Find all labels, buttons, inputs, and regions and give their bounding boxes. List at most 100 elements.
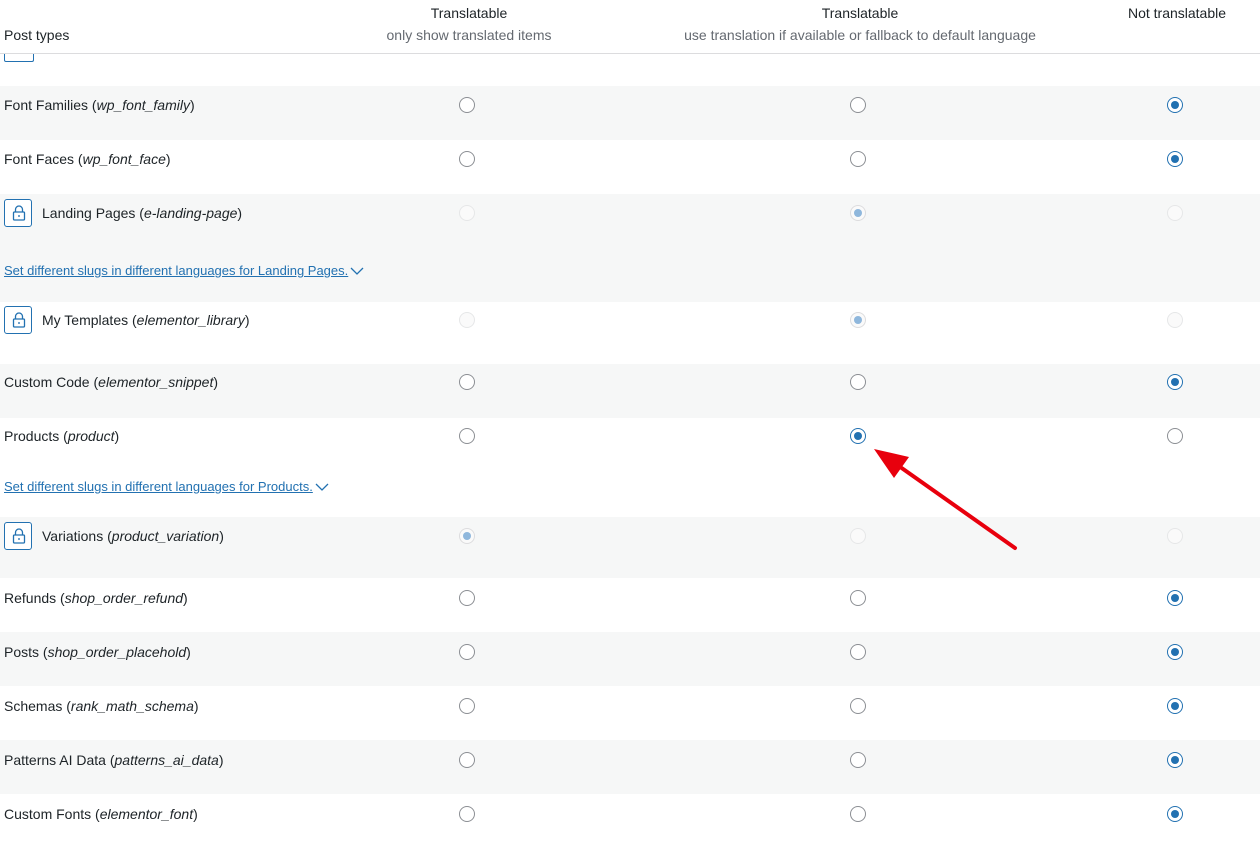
lock-icon — [4, 522, 32, 550]
post-type-slug: product — [67, 428, 115, 444]
radio-not-translatable — [1167, 528, 1183, 544]
post-type-label: Patterns AI Data (patterns_ai_data) — [4, 752, 224, 768]
table-row: My Templates (elementor_library) — [0, 302, 1260, 364]
post-type-slug: elementor_font — [99, 806, 194, 822]
post-type-slug: e-landing-page — [143, 205, 238, 221]
slugs-translation-toggle[interactable]: Set different slugs in different languag… — [4, 479, 329, 496]
radio-translatable-fallback[interactable] — [850, 151, 866, 167]
post-type-name: Landing Pages — [42, 205, 136, 221]
table-row: Variations (product_variation) — [0, 517, 1260, 578]
post-type-slug: wp_font_family — [96, 97, 190, 113]
radio-translatable-fallback[interactable] — [850, 806, 866, 822]
radio-translatable-fallback[interactable] — [850, 97, 866, 113]
radio-translatable-strict[interactable] — [459, 151, 475, 167]
radio-translatable-strict — [459, 528, 475, 544]
table-row: Custom Fonts (elementor_font) — [0, 794, 1260, 848]
col-translatable-fallback-title: Translatable — [821, 5, 899, 21]
post-type-slug: rank_math_schema — [70, 698, 194, 714]
radio-not-translatable[interactable] — [1167, 698, 1183, 714]
post-type-name: Font Faces — [4, 151, 75, 167]
post-type-label: Custom Code (elementor_snippet) — [4, 374, 219, 390]
post-type-label: Font Faces (wp_font_face) — [4, 151, 171, 167]
radio-not-translatable[interactable] — [1167, 590, 1183, 606]
table-row: Refunds (shop_order_refund) — [0, 578, 1260, 632]
radio-translatable-strict[interactable] — [459, 752, 475, 768]
post-type-name: Refunds — [4, 590, 57, 606]
post-type-name: Posts — [4, 644, 40, 660]
post-type-label: Custom Fonts (elementor_font) — [4, 806, 198, 822]
radio-translatable-strict — [459, 312, 475, 328]
table-row: Posts (shop_order_placehold) — [0, 632, 1260, 686]
lock-icon — [4, 306, 32, 334]
radio-translatable-fallback[interactable] — [850, 752, 866, 768]
table-row: Products (product) Set different slugs in… — [0, 418, 1260, 517]
radio-translatable-fallback[interactable] — [850, 698, 866, 714]
radio-translatable-strict[interactable] — [459, 590, 475, 606]
radio-translatable-fallback[interactable] — [850, 374, 866, 390]
radio-translatable-strict[interactable] — [459, 97, 475, 113]
col-translatable-fallback-subtitle: use translation if available or fallback… — [684, 27, 1036, 43]
post-types-header: Post types — [4, 27, 70, 43]
post-type-name: Patterns AI Data — [4, 752, 106, 768]
col-translatable-strict-title: Translatable — [430, 5, 508, 21]
radio-not-translatable — [1167, 312, 1183, 328]
radio-translatable-strict[interactable] — [459, 374, 475, 390]
table-header: Post types Translatable only show transl… — [0, 0, 1260, 54]
chevron-down-icon — [315, 480, 329, 496]
post-type-slug: product_variation — [111, 528, 220, 544]
post-type-slug: shop_order_placehold — [47, 644, 187, 660]
table-row: Font Families (wp_font_family) — [0, 86, 1260, 140]
post-type-label: Products (product) — [4, 428, 120, 444]
table-row: Font Faces (wp_font_face) — [0, 140, 1260, 194]
post-type-name: Products — [4, 428, 60, 444]
post-type-label: Schemas (rank_math_schema) — [4, 698, 199, 714]
radio-translatable-strict[interactable] — [459, 644, 475, 660]
radio-translatable-strict[interactable] — [459, 806, 475, 822]
table-row: Landing Pages (e-landing-page) Set differ… — [0, 194, 1260, 302]
post-type-label: My Templates (elementor_library) — [42, 312, 250, 328]
table-row: Custom Code (elementor_snippet) — [0, 364, 1260, 418]
table-row: Schemas (rank_math_schema) — [0, 686, 1260, 740]
radio-translatable-fallback — [850, 528, 866, 544]
post-type-slug: elementor_snippet — [98, 374, 214, 390]
radio-not-translatable — [1167, 205, 1183, 221]
post-type-name: My Templates — [42, 312, 129, 328]
radio-translatable-strict — [459, 205, 475, 221]
table-row: Patterns AI Data (patterns_ai_data) — [0, 740, 1260, 794]
radio-translatable-fallback — [850, 312, 866, 328]
radio-not-translatable[interactable] — [1167, 428, 1183, 444]
col-not-translatable-title: Not translatable — [1127, 5, 1227, 21]
radio-translatable-fallback[interactable] — [850, 644, 866, 660]
chevron-down-icon — [350, 264, 364, 280]
radio-not-translatable[interactable] — [1167, 97, 1183, 113]
radio-not-translatable[interactable] — [1167, 752, 1183, 768]
post-type-name: Font Families — [4, 97, 89, 113]
radio-translatable-strict[interactable] — [459, 698, 475, 714]
col-translatable-strict-subtitle: only show translated items — [386, 27, 552, 43]
radio-not-translatable[interactable] — [1167, 644, 1183, 660]
radio-translatable-fallback[interactable] — [850, 428, 866, 444]
slugs-translation-toggle[interactable]: Set different slugs in different languag… — [4, 263, 364, 280]
post-type-name: Custom Code — [4, 374, 90, 390]
post-type-slug: patterns_ai_data — [114, 752, 219, 768]
post-type-name: Schemas — [4, 698, 63, 714]
post-type-label: Variations (product_variation) — [42, 528, 224, 544]
post-type-slug: elementor_library — [136, 312, 245, 328]
radio-translatable-fallback[interactable] — [850, 590, 866, 606]
radio-not-translatable[interactable] — [1167, 374, 1183, 390]
radio-not-translatable[interactable] — [1167, 806, 1183, 822]
slugs-link-label: Set different slugs in different languag… — [4, 263, 349, 278]
lock-icon — [4, 199, 32, 227]
radio-translatable-fallback — [850, 205, 866, 221]
post-type-label: Refunds (shop_order_refund) — [4, 590, 188, 606]
post-type-name: Variations — [42, 528, 104, 544]
radio-not-translatable[interactable] — [1167, 151, 1183, 167]
post-type-label: Font Families (wp_font_family) — [4, 97, 195, 113]
radio-translatable-strict[interactable] — [459, 428, 475, 444]
post-type-label: Posts (shop_order_placehold) — [4, 644, 191, 660]
post-type-label: Landing Pages (e-landing-page) — [42, 205, 243, 221]
post-type-slug: shop_order_refund — [64, 590, 184, 606]
slugs-link-label: Set different slugs in different languag… — [4, 479, 313, 494]
post-type-name: Custom Fonts — [4, 806, 92, 822]
post-type-slug: wp_font_face — [82, 151, 166, 167]
